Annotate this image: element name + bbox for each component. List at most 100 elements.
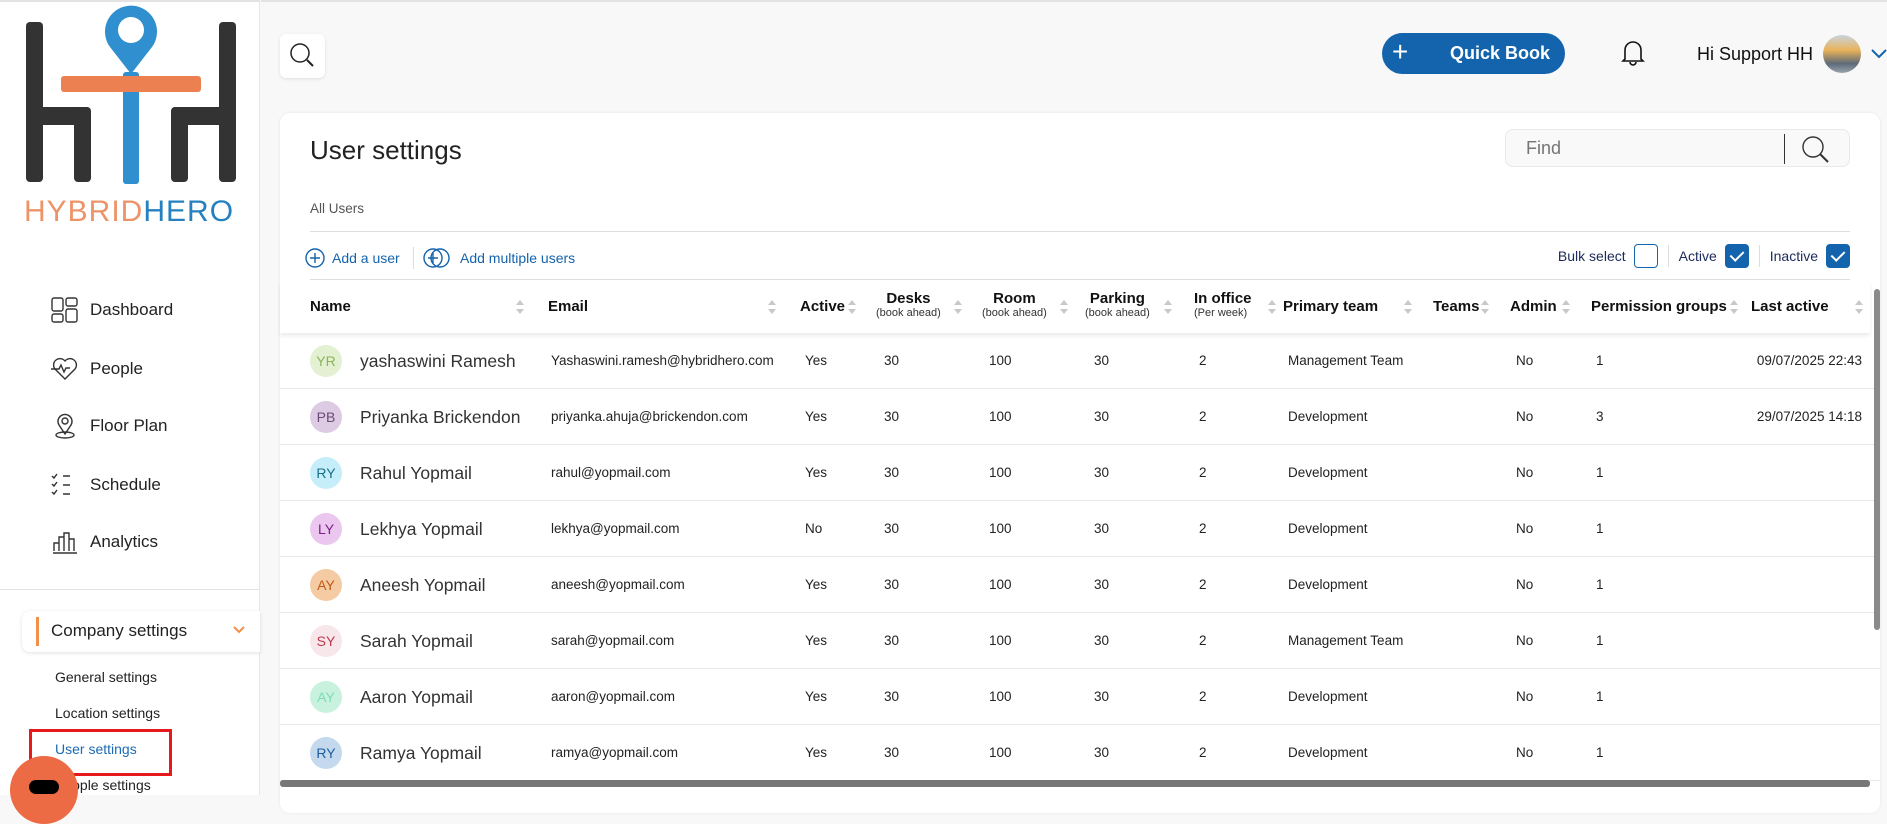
add-multiple-users-button[interactable]: Add multiple users (422, 247, 575, 269)
quick-book-label: Quick Book (1450, 43, 1550, 64)
table-row[interactable]: AYAneesh Yopmailaneesh@yopmail.comYes301… (280, 557, 1880, 613)
header-label: Room (982, 290, 1047, 307)
notification-bell-icon[interactable] (1620, 38, 1646, 66)
sidebar-item-label: Floor Plan (90, 416, 167, 436)
active-filter-checkbox[interactable] (1725, 244, 1749, 268)
user-name[interactable]: Priyanka Brickendon (360, 389, 521, 445)
page-title: User settings (310, 135, 462, 166)
sidebar-item-floor-plan[interactable]: Floor Plan (50, 412, 167, 440)
sort-icon[interactable] (1268, 300, 1276, 314)
find-input[interactable] (1505, 129, 1850, 167)
cell-admin: No (1516, 613, 1533, 669)
column-header-last-active[interactable]: Last active (1751, 298, 1829, 315)
user-avatar: AY (310, 681, 342, 713)
hybridhero-logo[interactable]: HYBRIDHERO (24, 2, 238, 230)
sidebar-item-people[interactable]: People (50, 355, 143, 383)
cell-active: Yes (805, 557, 827, 613)
submenu-general-settings[interactable]: General settings (55, 669, 157, 685)
global-search-button[interactable] (280, 34, 325, 78)
user-avatar: RY (310, 457, 342, 489)
find-input-field[interactable] (1526, 138, 1766, 159)
table-row[interactable]: AYAaron Yopmailaaron@yopmail.comYes30100… (280, 669, 1880, 725)
cell-inoffice: 2 (1199, 669, 1207, 725)
horizontal-scrollbar[interactable] (280, 780, 1870, 787)
sort-icon[interactable] (768, 300, 776, 314)
cell-admin: No (1516, 725, 1533, 781)
cell-perm: 3 (1596, 389, 1604, 445)
column-header-desks[interactable]: Desks(book ahead) (876, 290, 941, 319)
bulk-select-checkbox[interactable] (1634, 244, 1658, 268)
user-greeting[interactable]: Hi Support HH (1697, 44, 1813, 65)
cell-desks: 30 (884, 613, 899, 669)
column-header-primary-team[interactable]: Primary team (1283, 298, 1378, 315)
column-header-email[interactable]: Email (548, 298, 588, 315)
column-header-active[interactable]: Active (800, 298, 845, 315)
cell-perm: 1 (1596, 557, 1604, 613)
sort-icon[interactable] (954, 300, 962, 314)
user-avatar: AY (310, 569, 342, 601)
cell-last: 29/07/2025 14:18 (1757, 389, 1862, 445)
header-label: Desks (876, 290, 941, 307)
cell-admin: No (1516, 389, 1533, 445)
help-chat-button[interactable] (10, 756, 78, 824)
sidebar-item-dashboard[interactable]: Dashboard (50, 296, 173, 324)
table-row[interactable]: YRyashaswini RameshYashaswini.ramesh@hyb… (280, 333, 1880, 389)
sort-icon[interactable] (1562, 300, 1570, 314)
cell-inoffice: 2 (1199, 725, 1207, 781)
quick-book-button[interactable]: + Quick Book (1382, 33, 1565, 74)
cell-admin: No (1516, 501, 1533, 557)
sort-icon[interactable] (1404, 300, 1412, 314)
table-row[interactable]: PBPriyanka Brickendonpriyanka.ahuja@bric… (280, 389, 1880, 445)
user-name[interactable]: Aaron Yopmail (360, 669, 473, 725)
cell-room: 100 (989, 333, 1012, 389)
sort-icon[interactable] (848, 300, 856, 314)
cell-desks: 30 (884, 669, 899, 725)
column-header-permission-groups[interactable]: Permission groups (1591, 298, 1727, 315)
sort-icon[interactable] (1481, 300, 1489, 314)
sort-icon[interactable] (1164, 300, 1172, 314)
vertical-scrollbar[interactable] (1874, 289, 1880, 630)
header-label: In office (1194, 290, 1252, 307)
sort-icon[interactable] (516, 300, 524, 314)
logo-text-hero: HERO (143, 195, 234, 228)
sort-icon[interactable] (1855, 300, 1863, 314)
sort-icon[interactable] (1730, 300, 1738, 314)
cell-primary: Development (1288, 501, 1368, 557)
table-row[interactable]: RYRahul Yopmailrahul@yopmail.comYes30100… (280, 445, 1880, 501)
submenu-location-settings[interactable]: Location settings (55, 705, 160, 721)
column-header-name[interactable]: Name (310, 298, 351, 315)
cell-admin: No (1516, 557, 1533, 613)
breadcrumb[interactable]: All Users (310, 201, 364, 216)
table-row[interactable]: RYRamya Yopmailramya@yopmail.comYes30100… (280, 725, 1880, 781)
user-avatar[interactable] (1823, 35, 1861, 73)
search-icon[interactable] (1799, 133, 1833, 165)
chevron-down-icon[interactable] (1870, 48, 1887, 60)
column-header-in-office[interactable]: In office(Per week) (1194, 290, 1252, 319)
user-name[interactable]: yashaswini Ramesh (360, 333, 516, 389)
bar-chart-icon (50, 528, 80, 556)
sidebar-item-schedule[interactable]: Schedule (50, 471, 161, 499)
user-name[interactable]: Sarah Yopmail (360, 613, 473, 669)
user-name[interactable]: Rahul Yopmail (360, 445, 472, 501)
company-settings-toggle[interactable]: Company settings (22, 611, 260, 652)
column-header-admin[interactable]: Admin (1510, 298, 1557, 315)
user-name[interactable]: Ramya Yopmail (360, 725, 482, 781)
table-row[interactable]: LYLekhya Yopmaillekhya@yopmail.comNo3010… (280, 501, 1880, 557)
column-header-parking[interactable]: Parking(book ahead) (1085, 290, 1150, 319)
cell-admin: No (1516, 333, 1533, 389)
column-header-room[interactable]: Room(book ahead) (982, 290, 1047, 319)
inactive-filter-label: Inactive (1770, 248, 1818, 264)
sidebar-item-analytics[interactable]: Analytics (50, 528, 158, 556)
cell-parking: 30 (1094, 389, 1109, 445)
cell-desks: 30 (884, 333, 899, 389)
plus-multiple-icon (422, 247, 454, 269)
sort-icon[interactable] (1060, 300, 1068, 314)
column-header-teams[interactable]: Teams (1433, 298, 1479, 315)
user-name[interactable]: Aneesh Yopmail (360, 557, 486, 613)
add-user-button[interactable]: Add a user (304, 247, 400, 269)
cell-inoffice: 2 (1199, 445, 1207, 501)
inactive-filter-checkbox[interactable] (1826, 244, 1850, 268)
company-settings-label: Company settings (51, 621, 187, 641)
table-row[interactable]: SYSarah Yopmailsarah@yopmail.comYes30100… (280, 613, 1880, 669)
user-name[interactable]: Lekhya Yopmail (360, 501, 483, 557)
